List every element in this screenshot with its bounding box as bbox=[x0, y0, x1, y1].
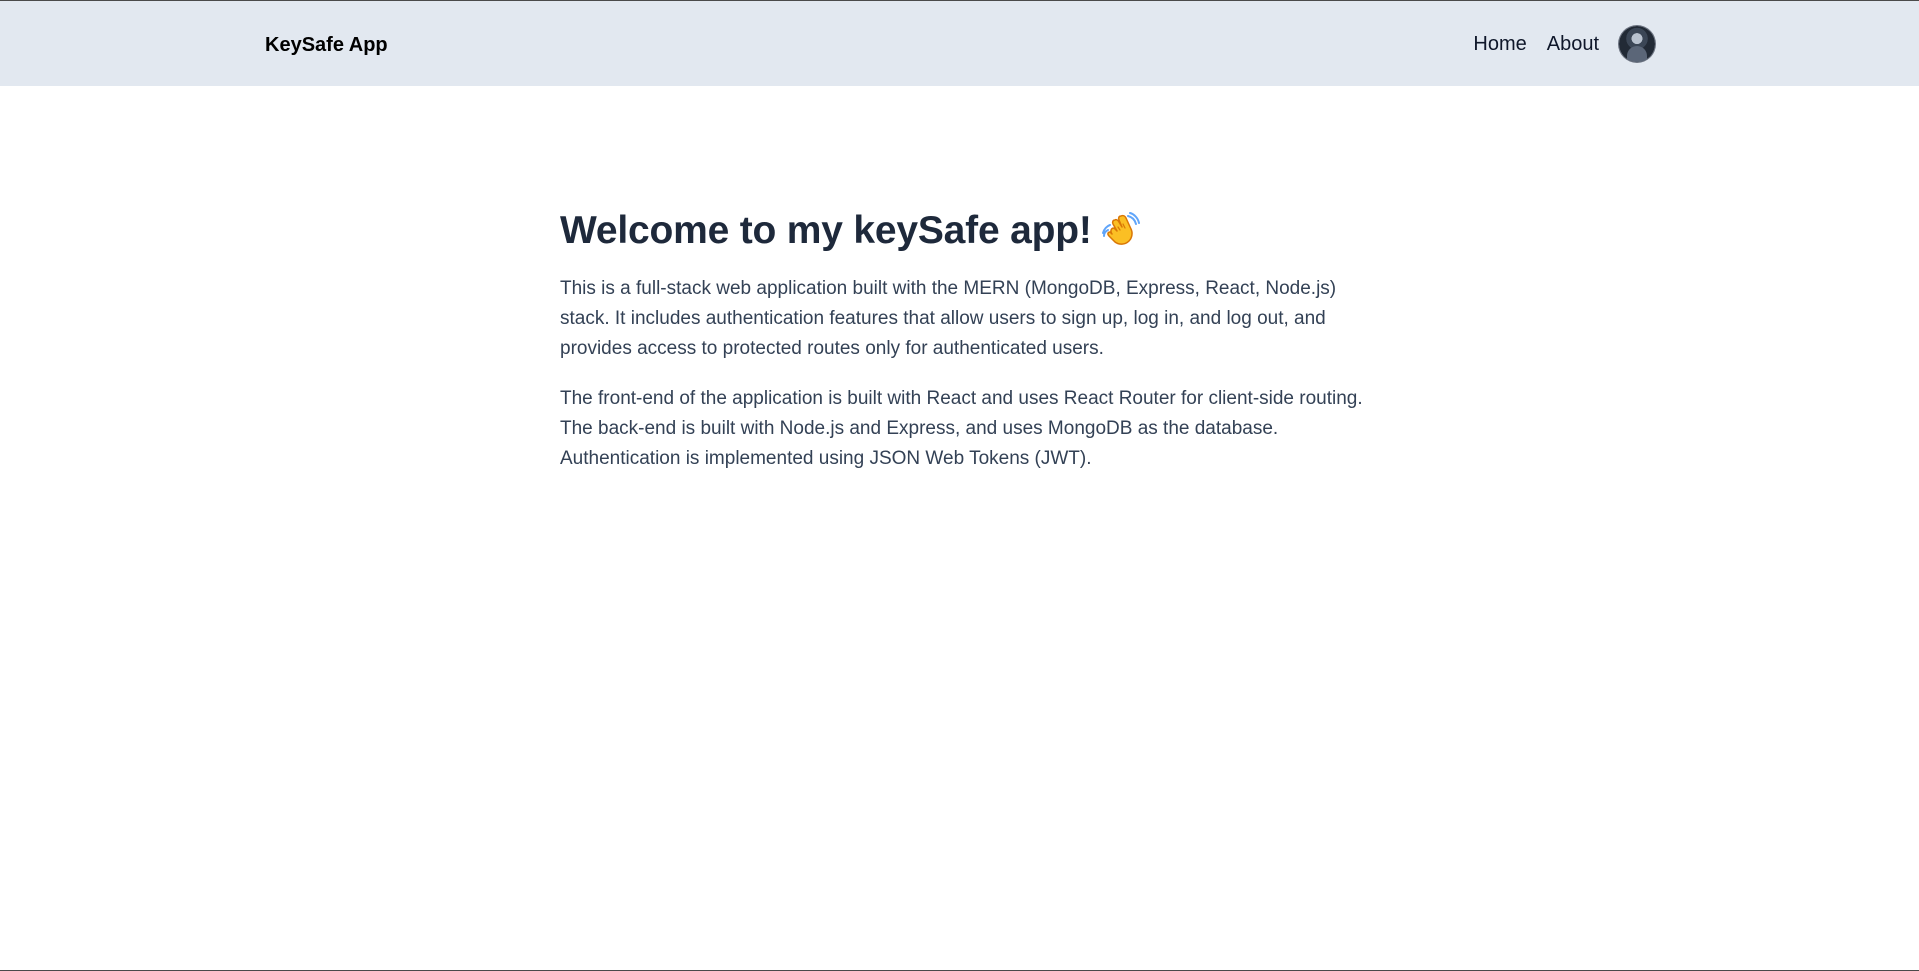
main-content: Welcome to my keySafe app! This is a ful… bbox=[560, 206, 1365, 494]
brand-logo[interactable]: KeySafe App bbox=[265, 32, 388, 58]
page-title-text: Welcome to my keySafe app! bbox=[560, 209, 1092, 252]
waving-hand-icon bbox=[1100, 211, 1140, 251]
nav-link-home[interactable]: Home bbox=[1473, 31, 1526, 57]
navbar: KeySafe App Home About bbox=[0, 1, 1919, 86]
app-window: KeySafe App Home About Welcome to my key… bbox=[0, 0, 1919, 971]
avatar[interactable] bbox=[1619, 26, 1655, 62]
intro-paragraph: This is a full-stack web application bui… bbox=[560, 278, 1337, 359]
stack-paragraph: The front-end of the application is buil… bbox=[560, 388, 1363, 469]
nav-links: Home About bbox=[1473, 25, 1655, 63]
page-title: Welcome to my keySafe app! bbox=[560, 206, 1365, 256]
nav-link-about[interactable]: About bbox=[1547, 31, 1599, 57]
